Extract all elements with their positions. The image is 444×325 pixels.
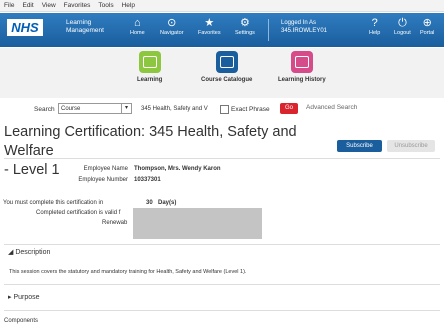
page-title-line1: Learning Certification: 345 Health, Safe… bbox=[4, 124, 297, 159]
triangle-right-icon: ▸ bbox=[8, 294, 12, 301]
nav-help-button[interactable]: ? Help bbox=[369, 17, 380, 36]
nav-home-label: Home bbox=[130, 30, 145, 36]
logged-in-label: Logged In As bbox=[281, 20, 317, 26]
description-section-toggle[interactable]: ◢ Description bbox=[8, 248, 50, 256]
go-button[interactable]: Go bbox=[280, 103, 298, 114]
advanced-search-link[interactable]: Advanced Search bbox=[306, 104, 357, 111]
employee-name-label: Employee Name bbox=[83, 166, 128, 172]
purpose-section-toggle[interactable]: ▸ Purpose bbox=[8, 293, 40, 301]
power-icon: ⏻ bbox=[398, 17, 407, 29]
nav-navigator-label: Navigator bbox=[160, 30, 184, 36]
history-icon bbox=[290, 51, 313, 73]
tile-course-catalogue-label: Course Catalogue bbox=[201, 77, 253, 83]
unsubscribe-button[interactable]: Unsubscribe bbox=[387, 140, 435, 152]
app-title: Learning Management bbox=[66, 19, 104, 35]
banner-divider bbox=[268, 19, 269, 41]
search-input[interactable]: 345 Health, Safety and V bbox=[141, 106, 208, 112]
nav-portal-label: Portal bbox=[420, 30, 435, 36]
tile-learning-history[interactable]: Learning History bbox=[278, 51, 326, 83]
star-icon: ★ bbox=[204, 17, 215, 29]
nhs-logo: NHS bbox=[7, 19, 43, 36]
exact-phrase-checkbox[interactable] bbox=[220, 105, 229, 114]
divider bbox=[4, 310, 440, 311]
menu-favorites[interactable]: Favorites bbox=[64, 0, 91, 11]
logged-in-user: 345.IROWLEY01 bbox=[281, 28, 328, 34]
nav-portal-button[interactable]: ⊕ Portal bbox=[420, 17, 434, 36]
menu-edit[interactable]: Edit bbox=[22, 0, 33, 11]
menu-file[interactable]: File bbox=[4, 0, 14, 11]
globe-icon: ⊕ bbox=[422, 17, 432, 29]
employee-info: Employee Name Thompson, Mrs. Wendy Karon… bbox=[0, 166, 444, 186]
menu-tools[interactable]: Tools bbox=[98, 0, 113, 11]
purpose-title: Purpose bbox=[13, 294, 40, 301]
description-title: Description bbox=[15, 249, 51, 256]
description-text: This session covers the statutory and ma… bbox=[9, 269, 247, 275]
gear-icon: ⚙ bbox=[240, 17, 250, 29]
complete-within-label: You must complete this certification in bbox=[3, 200, 104, 206]
quick-links-bar: Learning Course Catalogue Learning Histo… bbox=[0, 48, 444, 98]
divider bbox=[4, 158, 440, 159]
divider bbox=[4, 244, 440, 245]
search-row: Search Course ▾ 345 Health, Safety and V… bbox=[0, 102, 444, 118]
validity-label: Completed certification is valid f bbox=[36, 210, 121, 216]
help-icon: ? bbox=[371, 17, 378, 29]
app-title-line1: Learning bbox=[66, 19, 92, 26]
complete-within-unit: Day(s) bbox=[158, 200, 177, 206]
exact-phrase-label: Exact Phrase bbox=[231, 106, 270, 113]
app-title-line2: Management bbox=[66, 27, 104, 34]
nav-logout-label: Logout bbox=[394, 30, 411, 36]
employee-name-value: Thompson, Mrs. Wendy Karon bbox=[134, 166, 221, 172]
menu-view[interactable]: View bbox=[42, 0, 56, 11]
tile-learning-history-label: Learning History bbox=[278, 77, 326, 83]
subscribe-button[interactable]: Subscribe bbox=[337, 140, 382, 152]
nav-settings-button[interactable]: ⚙ Settings bbox=[235, 17, 255, 36]
chevron-down-icon: ▾ bbox=[121, 104, 131, 113]
search-scope-select[interactable]: Course ▾ bbox=[58, 103, 132, 114]
search-scope-value: Course bbox=[61, 106, 81, 112]
components-title: Components bbox=[4, 318, 39, 324]
triangle-down-icon: ◢ bbox=[8, 249, 14, 256]
search-label: Search bbox=[34, 106, 55, 113]
renewal-label: Renewab bbox=[102, 220, 128, 226]
tile-course-catalogue[interactable]: Course Catalogue bbox=[201, 51, 252, 83]
redacted-area bbox=[133, 208, 262, 239]
logged-in-info: Logged In As 345.IROWLEY01 bbox=[281, 19, 327, 35]
nav-settings-label: Settings bbox=[235, 30, 255, 36]
complete-within-days: 30 bbox=[146, 200, 153, 206]
menu-bar: File Edit View Favorites Tools Help bbox=[0, 0, 444, 12]
nav-home-button[interactable]: ⌂ Home bbox=[130, 17, 145, 36]
nav-help-label: Help bbox=[369, 30, 381, 36]
nav-navigator-button[interactable]: ⊙ Navigator bbox=[160, 17, 184, 36]
employee-number-label: Employee Number bbox=[78, 177, 128, 183]
learning-icon bbox=[138, 51, 161, 73]
home-icon: ⌂ bbox=[134, 17, 141, 29]
employee-number-value: 10337301 bbox=[134, 177, 161, 183]
divider bbox=[4, 284, 440, 285]
app-banner: NHS Learning Management ⌂ Home ⊙ Navigat… bbox=[0, 13, 444, 47]
tile-learning-label: Learning bbox=[137, 77, 163, 83]
tile-learning[interactable]: Learning bbox=[137, 51, 162, 83]
compass-icon: ⊙ bbox=[167, 17, 177, 29]
nav-logout-button[interactable]: ⏻ Logout bbox=[394, 17, 411, 36]
catalogue-icon bbox=[215, 51, 238, 73]
nav-favorites-label: Favorites bbox=[198, 30, 221, 36]
menu-help[interactable]: Help bbox=[122, 0, 135, 11]
nav-favorites-button[interactable]: ★ Favorites bbox=[198, 17, 221, 36]
